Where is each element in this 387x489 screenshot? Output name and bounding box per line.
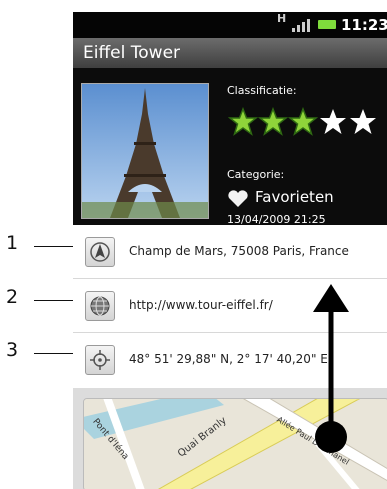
status-time: 11:23 — [341, 16, 387, 34]
classification-label: Classificatie: — [227, 84, 297, 97]
coordinates-button[interactable] — [85, 345, 115, 375]
star-icon — [257, 107, 289, 136]
navigate-icon — [90, 242, 110, 262]
rating-stars — [228, 107, 376, 136]
navigate-button[interactable] — [85, 237, 115, 267]
website-button[interactable] — [85, 291, 115, 321]
coordinates-text: 48° 51' 29,88" N, 2° 17' 40,20" E — [129, 352, 328, 366]
heart-icon — [228, 190, 248, 207]
address-text: Champ de Mars, 75008 Paris, France — [129, 244, 349, 258]
star-icon — [228, 107, 259, 136]
star-empty-icon — [350, 109, 376, 134]
callout-1: 1 — [6, 232, 19, 254]
globe-icon — [90, 296, 110, 316]
network-type-label: H — [277, 12, 287, 25]
list-item-website[interactable]: http://www.tour-eiffel.fr/ — [73, 279, 387, 333]
category-value: Favorieten — [255, 188, 334, 206]
status-bar: H 11:23 — [73, 12, 387, 38]
map-preview[interactable]: Pont d'Iéna Quai Branly Allée Paul Desch… — [83, 398, 387, 489]
category-label: Categorie: — [227, 168, 285, 181]
website-link[interactable]: http://www.tour-eiffel.fr/ — [129, 298, 273, 312]
location-photo[interactable] — [81, 83, 209, 219]
title-bar: Eiffel Tower — [73, 38, 387, 68]
info-list: Champ de Mars, 75008 Paris, France http:… — [73, 225, 387, 388]
signal-icon — [292, 19, 310, 32]
phone-screen: H 11:23 Eiffel Tower Classificatie: Cate… — [73, 12, 387, 489]
star-empty-icon — [320, 109, 346, 134]
crosshair-icon — [90, 350, 110, 370]
callout-2: 2 — [6, 286, 19, 308]
list-item-coordinates[interactable]: 48° 51' 29,88" N, 2° 17' 40,20" E — [73, 333, 387, 386]
page-title: Eiffel Tower — [83, 43, 181, 63]
callout-3: 3 — [6, 339, 19, 361]
list-item-address[interactable]: Champ de Mars, 75008 Paris, France — [73, 225, 387, 279]
map-graphic — [84, 399, 387, 489]
battery-icon — [318, 20, 336, 29]
star-icon — [287, 107, 319, 136]
